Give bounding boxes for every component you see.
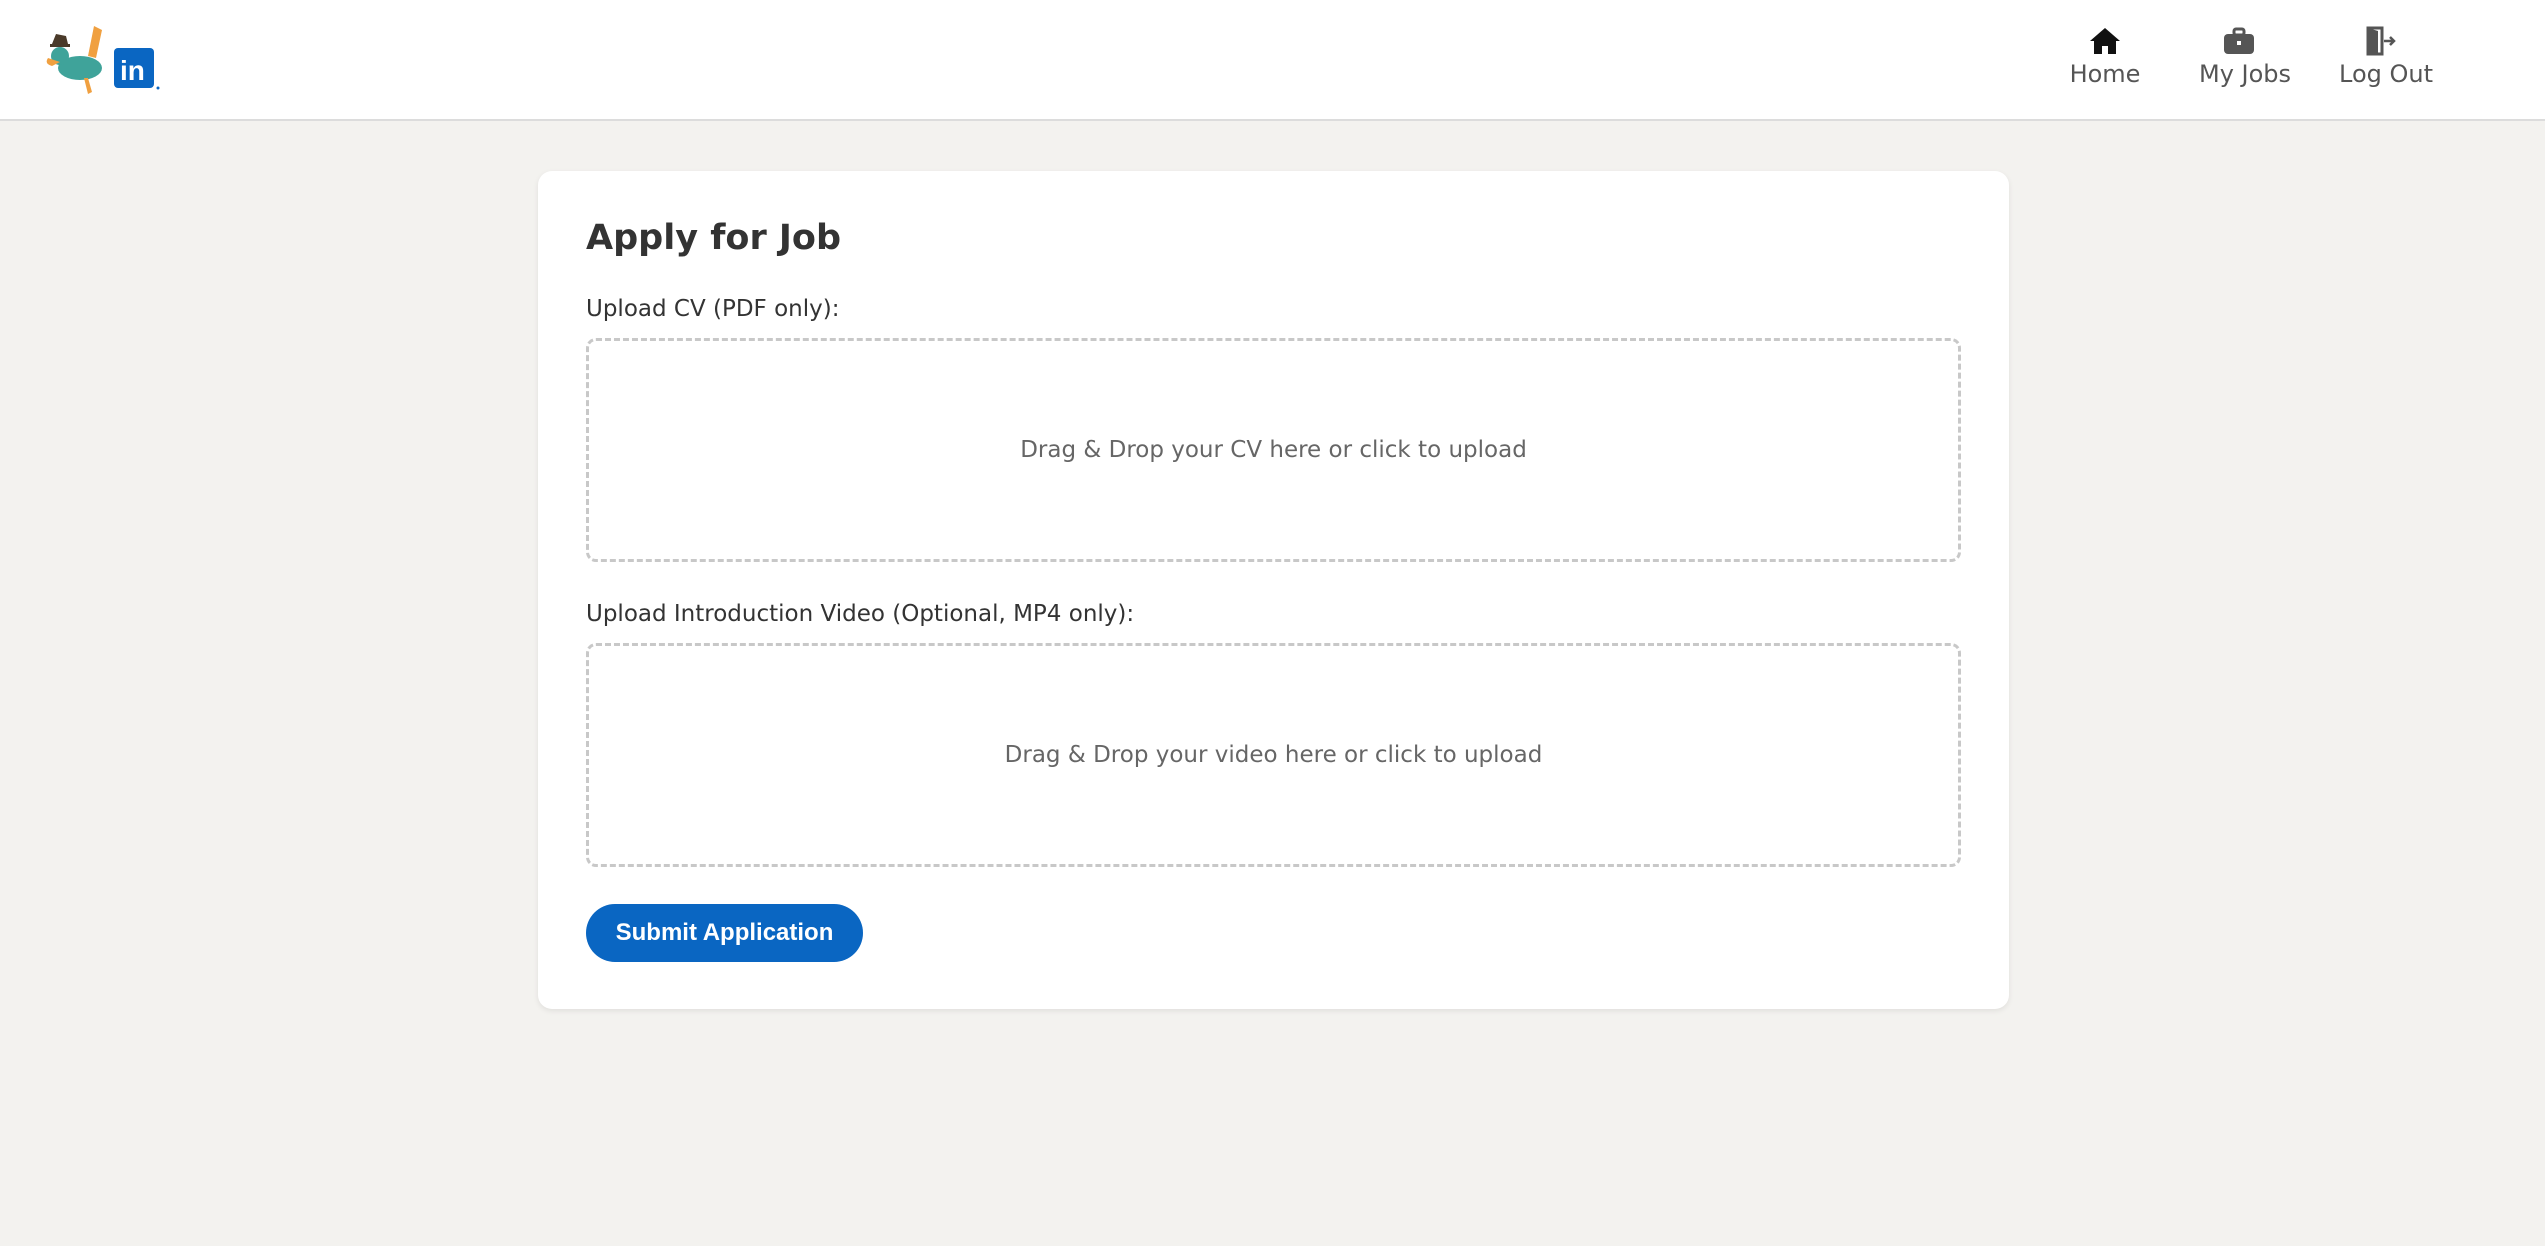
video-dropzone-text: Drag & Drop your video here or click to … xyxy=(1004,742,1543,768)
page-title: Apply for Job xyxy=(586,218,842,258)
logo-text: in xyxy=(120,55,145,86)
logout-door-icon xyxy=(2366,26,2396,56)
site-logo[interactable]: in xyxy=(46,22,166,98)
video-upload-label: Upload Introduction Video (Optional, MP4… xyxy=(586,601,1135,627)
apply-job-card: Apply for Job Upload CV (PDF only): Drag… xyxy=(538,171,2009,1009)
top-navbar: in Home My Jobs Log Out xyxy=(0,0,2545,121)
submit-application-button[interactable]: Submit Application xyxy=(586,904,863,962)
nav-home-label: Home xyxy=(2069,60,2141,88)
video-dropzone[interactable]: Drag & Drop your video here or click to … xyxy=(586,643,1961,867)
cv-dropzone[interactable]: Drag & Drop your CV here or click to upl… xyxy=(586,338,1961,562)
briefcase-icon xyxy=(2224,27,2254,54)
nav-log-out[interactable]: Log Out xyxy=(2339,26,2434,88)
nav-home[interactable]: Home xyxy=(2065,26,2145,88)
nav-log-out-label: Log Out xyxy=(2339,60,2434,88)
nav-my-jobs[interactable]: My Jobs xyxy=(2199,26,2292,88)
cv-upload-label: Upload CV (PDF only): xyxy=(586,296,840,322)
home-icon xyxy=(2090,28,2120,54)
platypus-logo-icon: in xyxy=(46,26,160,94)
cv-dropzone-text: Drag & Drop your CV here or click to upl… xyxy=(1020,437,1527,463)
nav-my-jobs-label: My Jobs xyxy=(2199,60,2292,88)
